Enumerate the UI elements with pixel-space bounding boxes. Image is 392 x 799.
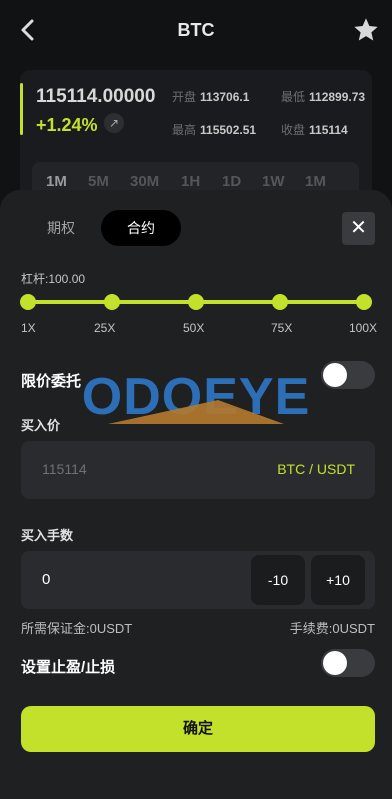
tick-label: 75X: [271, 321, 293, 335]
watermark-logo: ODOEYE: [82, 368, 310, 426]
open-value: 113706.1: [200, 90, 250, 104]
slider-stop-75x[interactable]: [272, 294, 288, 310]
tab-period-30m[interactable]: 30M: [130, 173, 159, 190]
accent-bar: [20, 83, 23, 135]
minus-10-button[interactable]: -10: [251, 555, 305, 605]
limit-order-toggle[interactable]: [321, 361, 375, 389]
quantity-stepper: 0 -10 +10: [21, 551, 375, 609]
tab-period-1d[interactable]: 1D: [222, 173, 241, 190]
slider-stop-25x[interactable]: [104, 294, 120, 310]
close-button[interactable]: ✕: [342, 212, 375, 245]
high-stat: 最高 115502.51: [172, 121, 256, 138]
buy-price-value: 115114: [42, 461, 87, 477]
star-icon[interactable]: [352, 16, 380, 44]
tick-label: 25X: [94, 321, 116, 335]
open-stat: 开盘 113706.1: [172, 88, 249, 105]
order-sheet: 期权 合约 ✕ 杠杆:100.00 1X 25X 50X 75X 100X 限价…: [0, 190, 392, 799]
low-stat: 最低 112899.73: [281, 88, 365, 105]
arrow-up-right-icon[interactable]: ↗: [104, 113, 124, 133]
low-label: 最低: [281, 90, 306, 104]
quantity-input[interactable]: 0: [42, 571, 50, 588]
tab-period-1mo[interactable]: 1M: [305, 173, 326, 190]
close-label: 收盘: [281, 123, 306, 137]
close-icon: ✕: [350, 217, 367, 239]
buy-price-field[interactable]: 115114 BTC / USDT: [21, 441, 375, 499]
quantity-label: 买入手数: [21, 528, 74, 543]
toggle-knob: [323, 363, 347, 387]
tab-period-1m[interactable]: 1M: [46, 173, 67, 190]
stop-loss-toggle[interactable]: [321, 649, 375, 677]
tab-period-5m[interactable]: 5M: [88, 173, 109, 190]
stop-loss-label: 设置止盈/止损: [21, 659, 116, 676]
leverage-ticks: 1X 25X 50X 75X 100X: [0, 321, 392, 337]
pair-unit: BTC / USDT: [277, 461, 355, 477]
margin-required: 所需保证金:0USDT: [21, 621, 133, 636]
top-bar: BTC: [0, 0, 392, 62]
tab-options[interactable]: 期权: [21, 210, 101, 246]
slider-stop-50x[interactable]: [188, 294, 204, 310]
last-price: 115114.00000: [36, 86, 156, 107]
price-change: +1.24%: [36, 115, 98, 135]
high-value: 115502.51: [200, 123, 257, 137]
page-title: BTC: [177, 20, 215, 40]
tick-label: 50X: [183, 321, 205, 335]
tick-label: 100X: [349, 321, 378, 335]
tab-period-1w[interactable]: 1W: [262, 173, 285, 190]
slider-handle[interactable]: [356, 294, 372, 310]
trade-type-tabs: 期权 合约: [21, 210, 181, 246]
confirm-button[interactable]: 确定: [21, 706, 375, 752]
high-label: 最高: [172, 123, 197, 137]
fee-text: 手续费:0USDT: [289, 621, 375, 636]
open-label: 开盘: [172, 90, 197, 104]
leverage-label: 杠杆:100.00: [21, 272, 86, 286]
tab-period-1h[interactable]: 1H: [181, 173, 200, 190]
leverage-slider[interactable]: [20, 294, 372, 310]
toggle-knob: [323, 651, 347, 675]
close-stat: 收盘 115114: [281, 121, 348, 138]
tick-label: 1X: [21, 321, 36, 335]
plus-10-button[interactable]: +10: [311, 555, 365, 605]
buy-price-label: 买入价: [21, 418, 61, 433]
low-value: 112899.73: [309, 90, 366, 104]
tab-contract[interactable]: 合约: [101, 210, 181, 246]
close-value: 115114: [309, 123, 348, 137]
slider-stop-1x[interactable]: [20, 294, 36, 310]
